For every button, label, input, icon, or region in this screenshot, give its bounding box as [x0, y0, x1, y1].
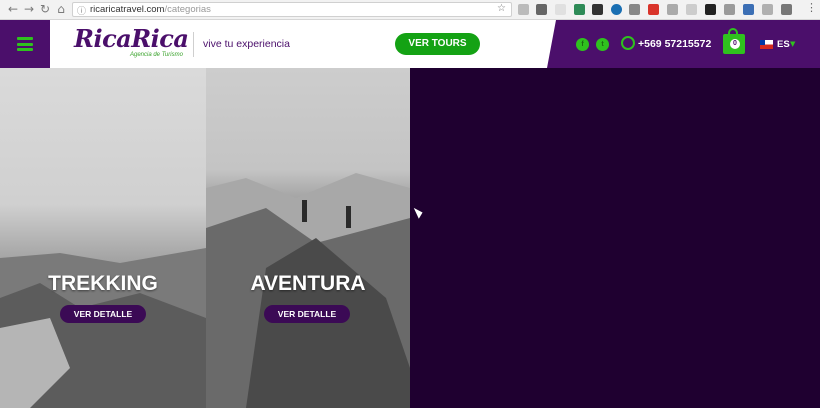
extension-icon[interactable]: [743, 4, 754, 15]
browser-toolbar: ← → ↻ ⌂ ⓘ ricaricatravel.com/categorias …: [0, 0, 820, 20]
twitter-icon[interactable]: t: [596, 38, 609, 51]
extension-icon[interactable]: [686, 4, 697, 15]
extension-icon[interactable]: [574, 4, 585, 15]
extension-icon[interactable]: [781, 4, 792, 15]
logo-subtitle: Agencia de Turismo: [130, 52, 183, 58]
extension-icon[interactable]: [555, 4, 566, 15]
extension-icon[interactable]: [629, 4, 640, 15]
header-divider: [193, 32, 194, 57]
extension-icon[interactable]: [667, 4, 678, 15]
phone-number[interactable]: +569 57215572: [638, 38, 711, 50]
menu-button[interactable]: [0, 20, 50, 68]
tile-title: AVENTURA: [250, 272, 366, 295]
browser-menu-icon[interactable]: ⋮: [806, 1, 817, 14]
category-tile-trekking[interactable]: TREKKING VER DETALLE: [0, 68, 206, 408]
reload-icon[interactable]: ↻: [38, 2, 52, 16]
ver-detalle-button[interactable]: VER DETALLE: [60, 305, 146, 323]
back-icon[interactable]: ←: [6, 2, 20, 16]
aventura-landscape-image: [206, 173, 410, 408]
bookmark-star-icon[interactable]: ☆: [497, 3, 506, 14]
ver-tours-button[interactable]: VER TOURS: [395, 33, 480, 55]
extension-icon[interactable]: [611, 4, 622, 15]
cart-button[interactable]: 0: [723, 28, 745, 54]
url-host: ricaricatravel.com: [90, 4, 165, 15]
ver-detalle-button[interactable]: VER DETALLE: [264, 305, 350, 323]
forward-icon[interactable]: →: [22, 2, 36, 16]
url-text: ricaricatravel.com/categorias: [90, 4, 211, 15]
facebook-icon[interactable]: f: [576, 38, 589, 51]
address-bar[interactable]: ⓘ ricaricatravel.com/categorias ☆: [72, 2, 512, 17]
tagline: vive tu experiencia: [203, 38, 290, 50]
home-icon[interactable]: ⌂: [54, 2, 68, 16]
header-accent-slant: [547, 20, 556, 68]
info-icon[interactable]: ⓘ: [77, 4, 86, 17]
chile-flag-icon[interactable]: [760, 40, 773, 49]
cart-icon: [728, 28, 738, 35]
extension-icon[interactable]: [724, 4, 735, 15]
extension-icon[interactable]: [648, 4, 659, 15]
trekking-landscape-image: [0, 248, 206, 408]
extension-icon[interactable]: [592, 4, 603, 15]
extension-icon[interactable]: [536, 4, 547, 15]
cast-icon[interactable]: [518, 4, 529, 15]
extension-icon[interactable]: [705, 4, 716, 15]
whatsapp-icon[interactable]: [621, 36, 635, 50]
mouse-cursor-icon: [413, 205, 425, 219]
chevron-down-icon[interactable]: ▼: [790, 40, 795, 48]
site-logo[interactable]: RicaRica: [74, 24, 189, 53]
tile-title: TREKKING: [48, 272, 158, 295]
category-tile-aventura[interactable]: AVENTURA VER DETALLE: [206, 68, 410, 408]
url-path: /categorias: [164, 4, 211, 15]
cart-count-badge: 0: [730, 39, 740, 49]
language-selector[interactable]: ES: [777, 39, 790, 50]
hamburger-icon: [17, 37, 33, 51]
extension-icon[interactable]: [762, 4, 773, 15]
